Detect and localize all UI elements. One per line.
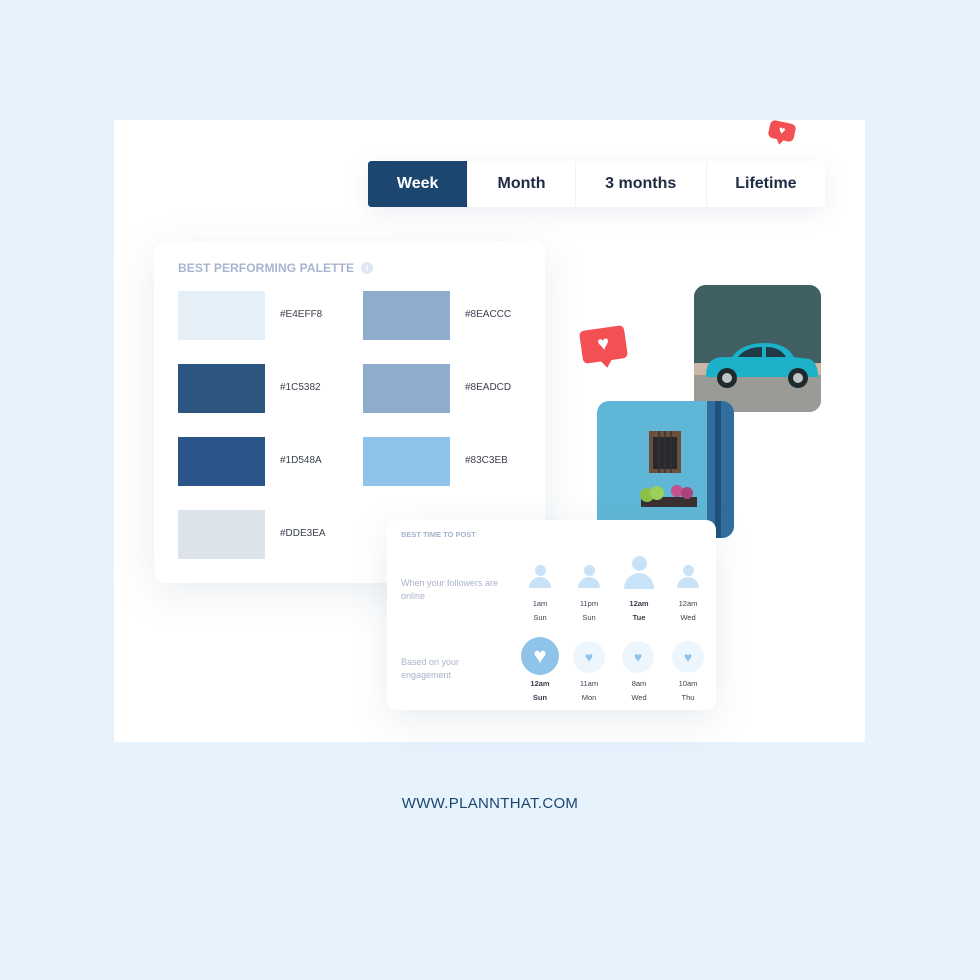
person-icon — [529, 565, 551, 590]
swatch-color — [178, 364, 265, 413]
person-icon — [677, 565, 699, 590]
swatch-hex: #1C5382 — [280, 382, 321, 393]
best-time-to-post-card: BEST TIME TO POST When your followers ar… — [387, 520, 716, 710]
swatch-hex: #DDE3EA — [280, 528, 326, 539]
swatch-color — [178, 291, 265, 340]
swatch-color — [178, 510, 265, 559]
tab-3-months[interactable]: 3 months — [574, 161, 706, 207]
heart-icon: ♥ — [622, 641, 654, 673]
wall-image — [597, 401, 734, 538]
time-range-tabs: Week Month 3 months Lifetime — [368, 161, 825, 207]
tab-lifetime[interactable]: Lifetime — [705, 161, 825, 207]
palette-title: BEST PERFORMING PALETTE i — [178, 261, 374, 275]
heart-icon: ♥ — [573, 641, 605, 673]
swatch-hex: #1D548A — [280, 455, 322, 466]
heart-icon-highlight: ♥ — [521, 637, 559, 675]
follower-time-slot-highlight: 12am Tue — [629, 599, 649, 622]
engagement-time-slot: 10am Thu — [678, 679, 698, 702]
engagement-time-slot-highlight: 12am Sun — [530, 679, 550, 702]
followers-online-label: When your followers are online — [401, 578, 499, 601]
heart-icon: ♥ — [596, 332, 611, 356]
palette-title-text: BEST PERFORMING PALETTE — [178, 261, 355, 275]
like-notification-icon: ♥ — [578, 325, 629, 364]
heart-icon: ♥ — [672, 641, 704, 673]
swatch-hex: #8EADCD — [465, 382, 512, 393]
engagement-time-slot: 8am Wed — [631, 679, 647, 702]
swatch-color — [363, 437, 450, 486]
swatch-hex: #83C3EB — [465, 455, 508, 466]
wall-window-photo[interactable] — [597, 401, 734, 538]
swatch-hex: #E4EFF8 — [280, 309, 323, 320]
info-icon[interactable]: i — [361, 262, 374, 274]
best-time-title: BEST TIME TO POST — [401, 530, 476, 539]
follower-time-slot: 11pm Sun — [579, 599, 599, 622]
heart-icon: ♥ — [777, 124, 787, 138]
engagement-label: Based on your engagement — [401, 657, 460, 680]
engagement-time-slot: 11am Mon — [579, 679, 599, 702]
swatch-hex: #8EACCC — [465, 309, 512, 320]
website-url[interactable]: WWW.PLANNTHAT.COM — [0, 795, 980, 812]
tab-month[interactable]: Month — [467, 161, 574, 207]
swatch-color — [363, 291, 450, 340]
follower-time-slot: 1am Sun — [532, 599, 548, 622]
dashboard-canvas: Week Month 3 months Lifetime ♥ BEST PERF… — [114, 119, 865, 742]
person-icon-highlight — [624, 556, 654, 591]
like-notification-icon: ♥ — [767, 119, 797, 143]
follower-time-slot: 12am Wed — [678, 599, 698, 622]
car-image — [694, 285, 821, 412]
car-photo[interactable] — [694, 285, 821, 412]
swatch-color — [178, 437, 265, 486]
swatch-color — [363, 364, 450, 413]
person-icon — [578, 565, 600, 590]
tab-week[interactable]: Week — [368, 161, 468, 207]
